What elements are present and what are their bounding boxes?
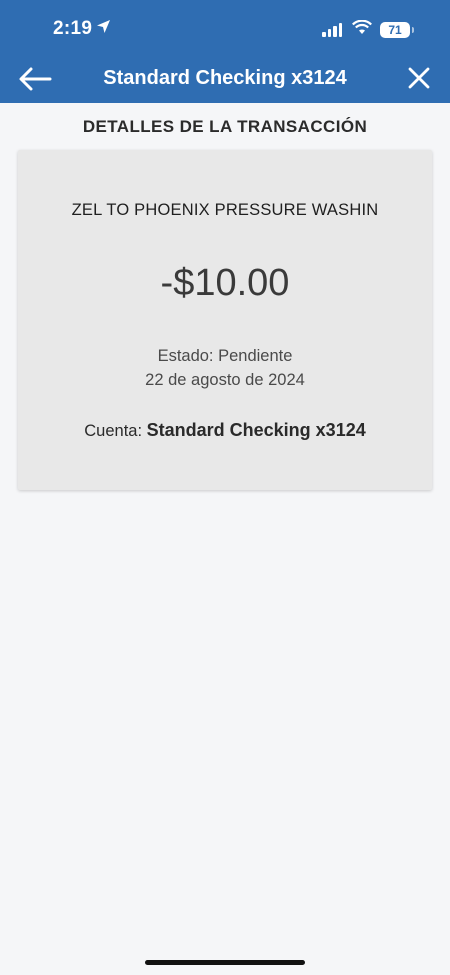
cellular-signal-icon <box>322 23 344 37</box>
app-header: 2:19 71 Standard Checking x3124 <box>0 0 450 103</box>
merchant-name: ZEL TO PHOENIX PRESSURE WASHIN <box>71 201 379 219</box>
battery-level: 71 <box>388 23 402 37</box>
transaction-status: Estado: Pendiente <box>157 347 293 365</box>
status-time-text: 2:19 <box>53 18 93 39</box>
wifi-icon <box>352 19 372 40</box>
status-indicators: 71 <box>322 19 414 40</box>
transaction-details-card: ZEL TO PHOENIX PRESSURE WASHIN -$10.00 E… <box>18 150 432 490</box>
battery-icon: 71 <box>380 22 414 38</box>
page-title: Standard Checking x3124 <box>103 67 347 89</box>
status-time: 2:19 <box>53 18 111 40</box>
home-indicator[interactable] <box>145 960 305 965</box>
transaction-date: 22 de agosto de 2024 <box>145 371 305 389</box>
location-arrow-icon <box>96 18 111 40</box>
close-icon[interactable] <box>408 67 430 89</box>
account-line: Cuenta: Standard Checking x3124 <box>18 420 432 441</box>
account-label: Cuenta: <box>84 422 143 440</box>
account-value: Standard Checking x3124 <box>146 420 366 440</box>
section-title: DETALLES DE LA TRANSACCIÓN <box>82 117 368 136</box>
transaction-amount: -$10.00 <box>160 262 290 304</box>
